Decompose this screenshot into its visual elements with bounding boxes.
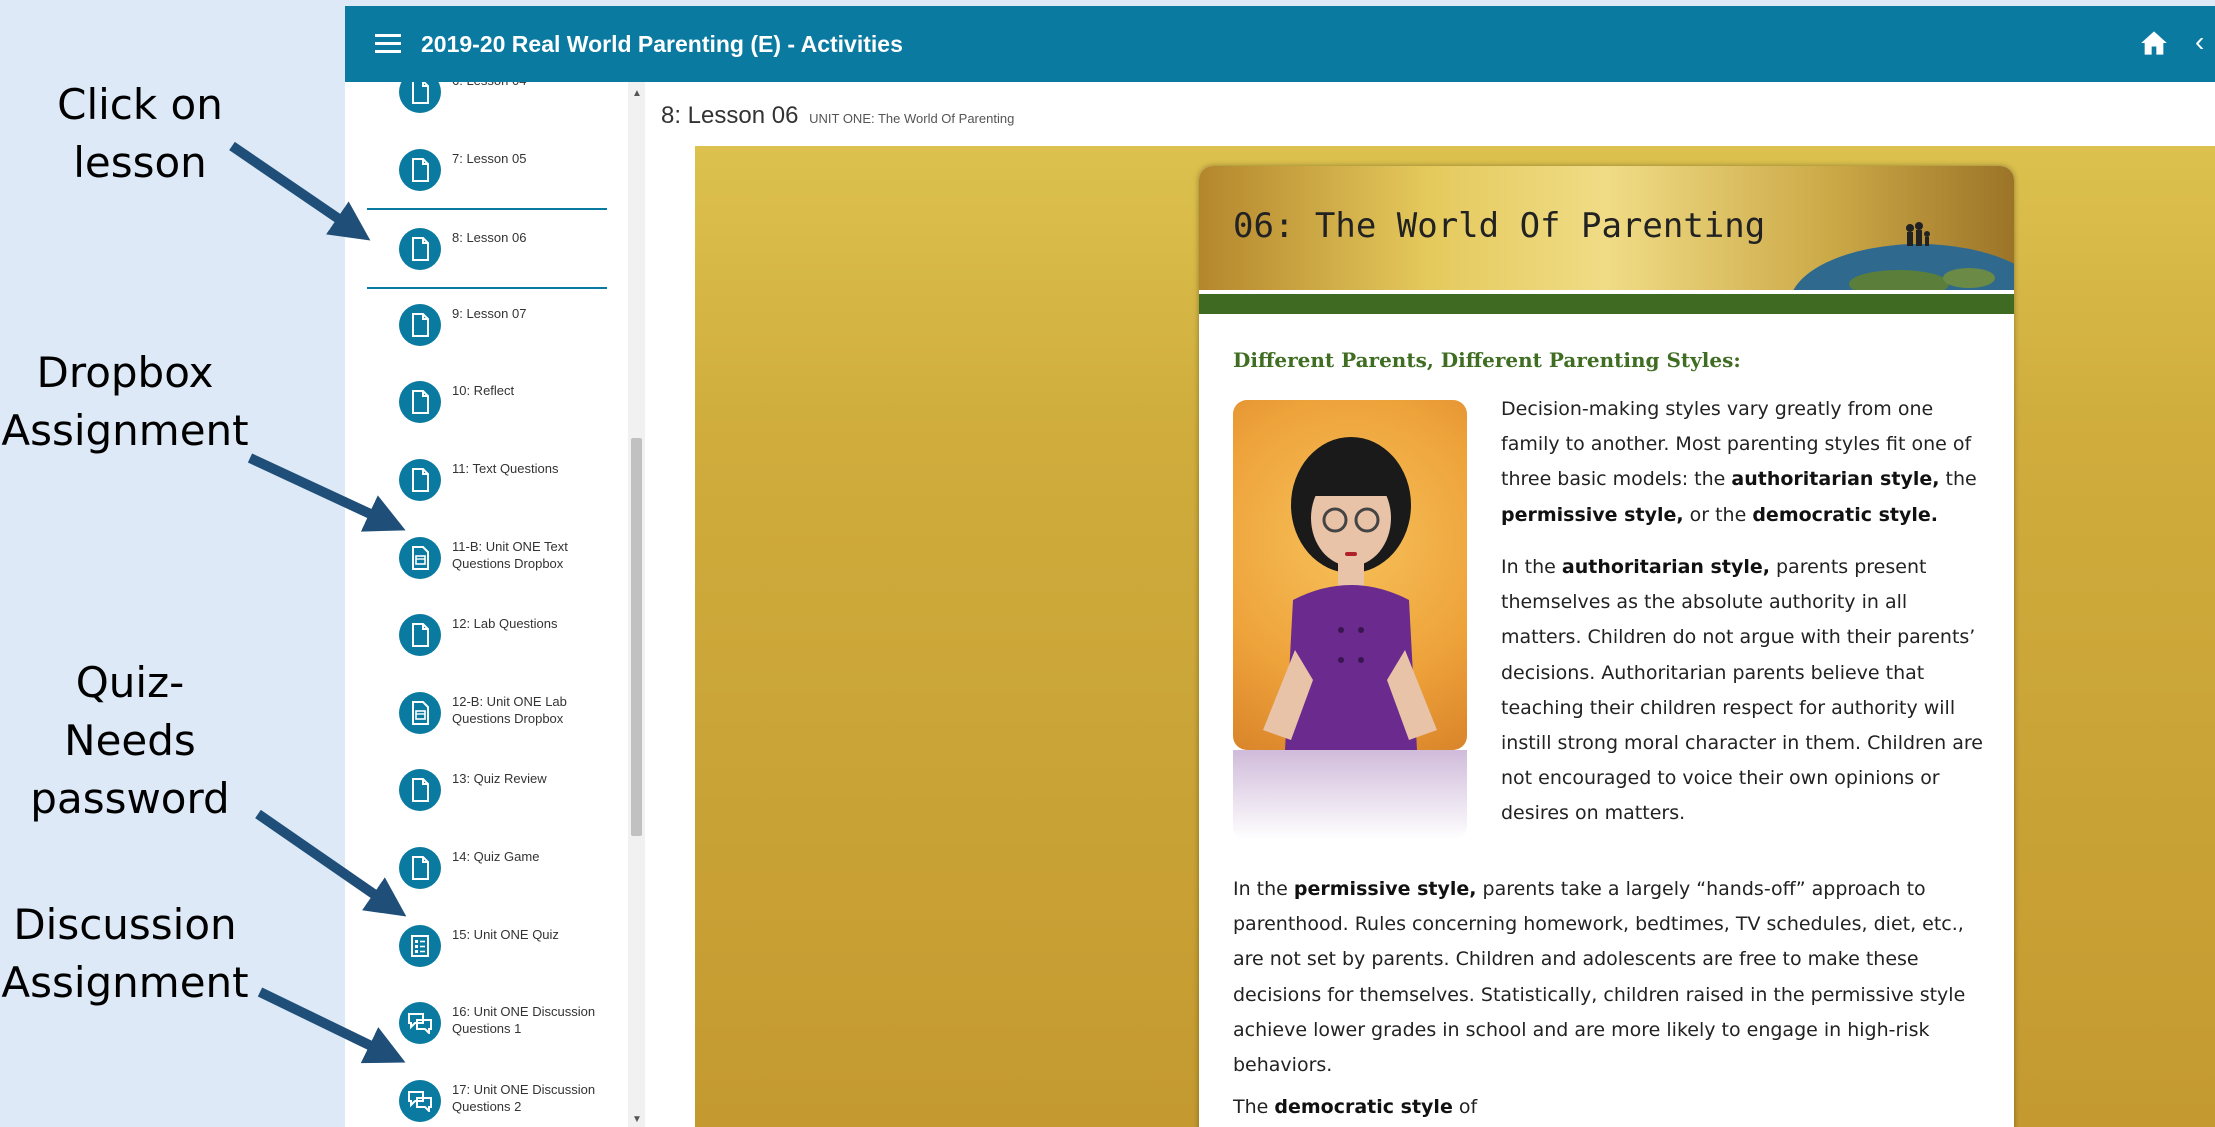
banner-title: 06: The World Of Parenting [1233, 206, 1766, 246]
sidebar-item-15[interactable]: 13: Quiz Review [367, 751, 607, 828]
activity-sidebar: 6: Lesson 04 7: Lesson 05 8: Lesson 06 9: L… [345, 82, 628, 1127]
sidebar-item-13[interactable]: 12: Lab Questions [367, 596, 607, 673]
document-icon [399, 769, 441, 812]
document-icon [399, 847, 441, 889]
document-icon [399, 381, 441, 424]
sidebar-item-label: 14: Quiz Game [452, 849, 540, 864]
dropbox-icon [399, 536, 441, 579]
sidebar-item-label: 15: Unit ONE Quiz [452, 926, 559, 942]
section-title: Different Parents, Different Parenting S… [1233, 348, 1741, 372]
hamburger-menu-icon[interactable] [375, 34, 401, 54]
sidebar-item-14[interactable]: 12-B: Unit ONE Lab Questions Dropbox [367, 674, 607, 751]
sidebar-item-17[interactable]: 15: Unit ONE Quiz [367, 907, 607, 984]
sidebar-item-11[interactable]: 11: Text Questions [367, 441, 607, 518]
document-icon [399, 614, 441, 657]
globe-family-image [1793, 222, 2014, 290]
banner-stripe [1199, 290, 2014, 314]
lms-window: 2019-20 Real World Parenting (E) - Activ… [345, 6, 2215, 1127]
scroll-down-arrow-icon[interactable]: ▼ [632, 1114, 642, 1125]
sidebar-item-18[interactable]: 16: Unit ONE Discussion Questions 1 [367, 984, 607, 1061]
sidebar-item-6[interactable]: 6: Lesson 04 [367, 82, 607, 130]
lesson-content: 8: Lesson 06 UNIT ONE: The World Of Pare… [645, 82, 2215, 1127]
sidebar-item-label: 8: Lesson 06 [452, 230, 527, 246]
quiz-icon [399, 924, 441, 967]
lesson-card: 06: The World Of Parenting Different Par… [1199, 166, 2014, 1127]
sidebar-item-19[interactable]: 17: Unit ONE Discussion Questions 2 [367, 1062, 607, 1127]
lesson-title: 8: Lesson 06 [661, 102, 799, 129]
paragraph-authoritarian: In the authoritarian style, parents pres… [1501, 556, 1983, 825]
annotation-dropbox-assignment: Dropbox Assignment [1, 348, 249, 455]
paragraph-permissive: In the permissive style, parents take a … [1233, 878, 1966, 1077]
lesson-heading: 8: Lesson 06 UNIT ONE: The World Of Pare… [661, 102, 1014, 130]
discussion-icon [399, 1002, 441, 1045]
sidebar-item-10[interactable]: 10: Reflect [367, 363, 607, 440]
unit-subtitle: UNIT ONE: The World Of Parenting [809, 111, 1015, 126]
sidebar-item-16[interactable]: 14: Quiz Game [367, 829, 607, 906]
annotation-quiz-needs-password: Quiz- Needs password [30, 658, 230, 823]
document-icon [399, 228, 441, 271]
sidebar-item-8[interactable]: 8: Lesson 06 [367, 208, 607, 290]
sidebar-item-label: 10: Reflect [452, 383, 515, 399]
discussion-icon [399, 1079, 441, 1122]
sidebar-item-12[interactable]: 11-B: Unit ONE Text Questions Dropbox [367, 519, 607, 596]
sidebar-item-9[interactable]: 9: Lesson 07 [367, 286, 607, 363]
annotation-click-on-lesson: Click on lesson [57, 80, 223, 187]
course-title: 2019-20 Real World Parenting (E) - Activ… [421, 30, 903, 57]
photo-reflection [1233, 750, 1467, 840]
home-icon[interactable] [2140, 30, 2168, 56]
arrow-to-lesson [229, 141, 371, 241]
lesson-banner: 06: The World Of Parenting [1199, 166, 2014, 290]
scroll-up-arrow-icon[interactable]: ▲ [632, 88, 642, 99]
sidebar-item-label: 17: Unit ONE Discussion Questions 2 [452, 1081, 596, 1114]
dropbox-icon [399, 691, 441, 734]
document-icon [399, 148, 441, 191]
document-icon [399, 303, 441, 346]
sidebar-item-label: 13: Quiz Review [452, 771, 547, 787]
sidebar-item-label: 12: Lab Questions [452, 616, 558, 632]
chevron-left-icon[interactable]: ‹ [2195, 26, 2204, 58]
sidebar-item-label: 16: Unit ONE Discussion Questions 1 [452, 1004, 596, 1037]
sidebar-item-label: 6: Lesson 04 [452, 82, 602, 89]
annotation-discussion-assignment: Discussion Assignment [1, 900, 249, 1007]
sidebar-item-label: 12-B: Unit ONE Lab Questions Dropbox [452, 693, 567, 726]
sidebar-item-label: 11: Text Questions [452, 461, 559, 476]
sidebar-item-label: 11-B: Unit ONE Text Questions Dropbox [452, 538, 568, 571]
paragraph-democratic: The democratic style of [1233, 1096, 1478, 1118]
sidebar-item-label: 9: Lesson 07 [452, 305, 527, 321]
document-icon [399, 82, 441, 113]
top-app-bar: 2019-20 Real World Parenting (E) - Activ… [345, 6, 2215, 82]
sidebar-scroll-thumb[interactable] [631, 438, 642, 836]
sidebar-item-label: 7: Lesson 05 [452, 150, 527, 166]
paragraph-intro: Decision-making styles vary greatly from… [1501, 398, 1977, 526]
document-icon [399, 459, 441, 501]
sidebar-item-7[interactable]: 7: Lesson 05 [367, 131, 607, 208]
parent-photo [1233, 400, 1467, 750]
